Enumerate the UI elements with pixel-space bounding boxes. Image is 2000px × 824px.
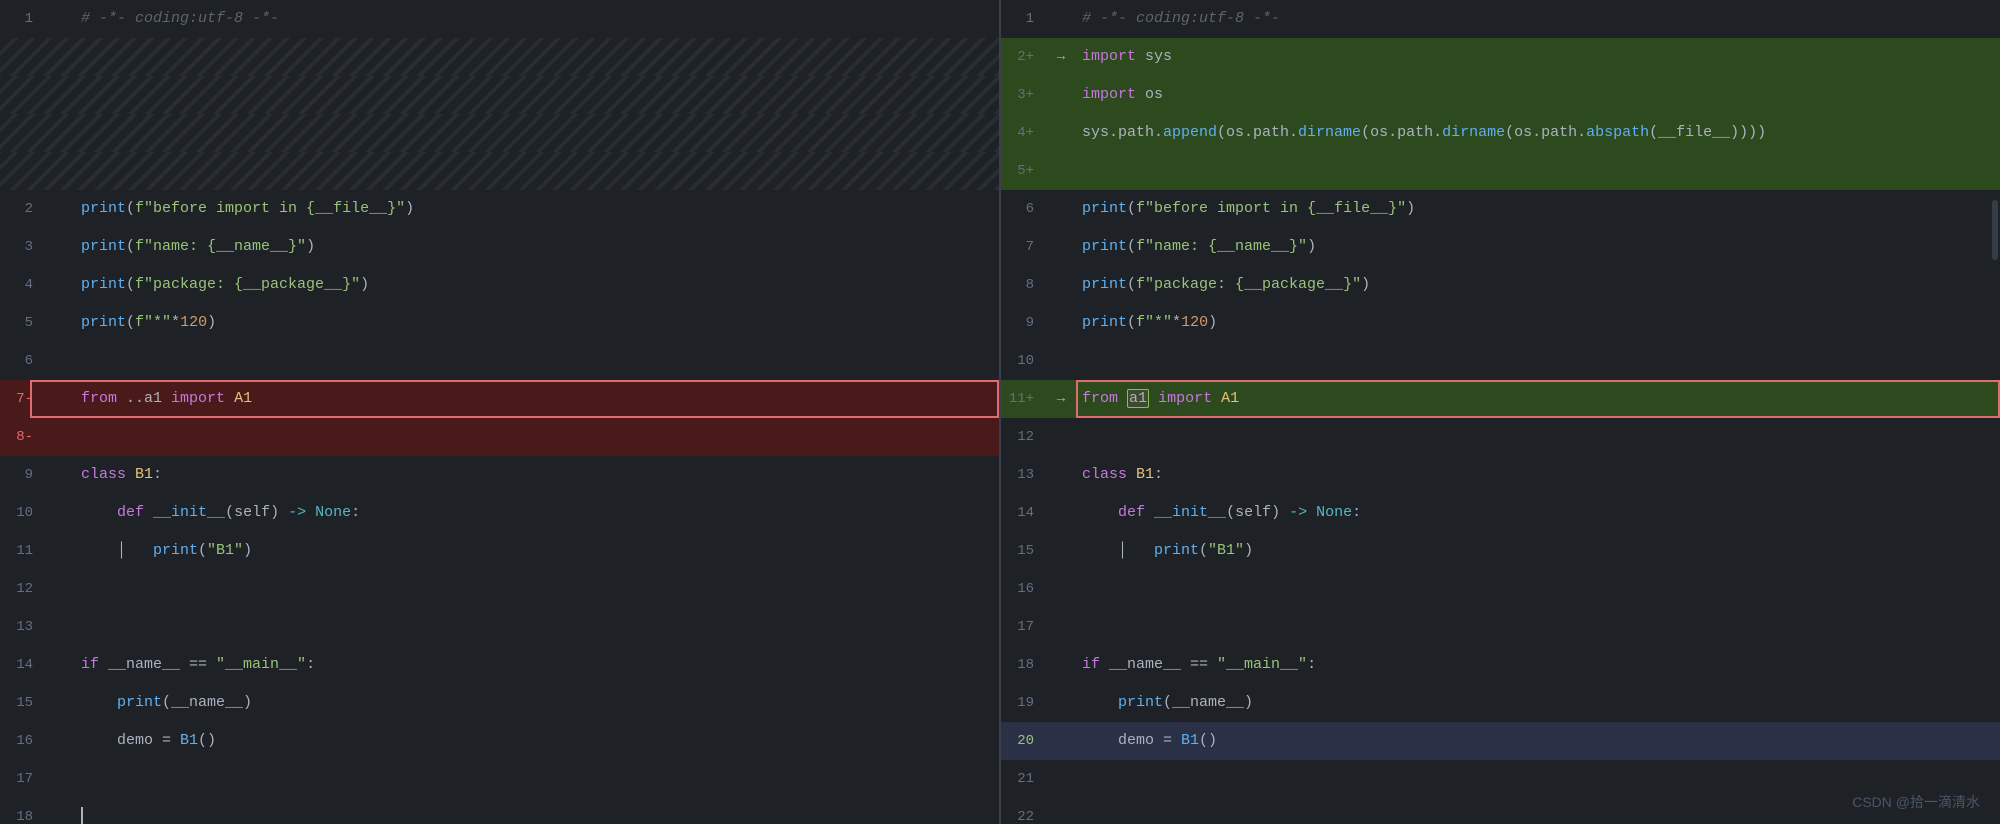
line-16-right: 16	[1001, 570, 2000, 608]
line-2-left: 2 print(f"before import in {__file__}")	[0, 190, 999, 228]
line-7-left: 7- from ..a1 import A1	[0, 380, 999, 418]
line-14-left: 14 if __name__ == "__main__":	[0, 646, 999, 684]
line-9-left: 9 class B1:	[0, 456, 999, 494]
line-14-right: 14 def __init__(self) -> None:	[1001, 494, 2000, 532]
line-17-right: 17	[1001, 608, 2000, 646]
right-code-lines: 1 # -*- coding:utf-8 -*- 2+ → import sys…	[1001, 0, 2000, 824]
line-18-left: 18	[0, 798, 999, 824]
line-20-right: 20 demo = B1()	[1001, 722, 2000, 760]
right-pane: 1 # -*- coding:utf-8 -*- 2+ → import sys…	[1001, 0, 2000, 824]
line-12-left: 12	[0, 570, 999, 608]
line-9-right: 9 print(f"*"*120)	[1001, 304, 2000, 342]
left-pane: 1 # -*- coding:utf-8 -*-	[0, 0, 1001, 824]
line-3-left: 3 print(f"name: {__name__}")	[0, 228, 999, 266]
line-15-left: 15 print(__name__)	[0, 684, 999, 722]
hatch-line-4	[0, 152, 999, 190]
hatch-line-1	[0, 38, 999, 76]
line-5-left: 5 print(f"*"*120)	[0, 304, 999, 342]
line-10-left: 10 def __init__(self) -> None:	[0, 494, 999, 532]
line-13-right: 13 class B1:	[1001, 456, 2000, 494]
scrollbar[interactable]	[1992, 200, 1998, 260]
line-12-right: 12	[1001, 418, 2000, 456]
editor-container: 1 # -*- coding:utf-8 -*-	[0, 0, 2000, 824]
line-15-right: 15 │ print("B1")	[1001, 532, 2000, 570]
hatch-line-2	[0, 76, 999, 114]
line-7-right: 7 print(f"name: {__name__}")	[1001, 228, 2000, 266]
line-13-left: 13	[0, 608, 999, 646]
line-5-right: 5+	[1001, 152, 2000, 190]
line-6-left: 6	[0, 342, 999, 380]
hatch-line-3	[0, 114, 999, 152]
line-1-right: 1 # -*- coding:utf-8 -*-	[1001, 0, 2000, 38]
line-16-left: 16 demo = B1()	[0, 722, 999, 760]
line-8-left: 8-	[0, 418, 999, 456]
line-3-right: 3+ import os	[1001, 76, 2000, 114]
line-2-right: 2+ → import sys	[1001, 38, 2000, 76]
text-cursor	[81, 807, 83, 824]
line-22-right: 22	[1001, 798, 2000, 824]
line-8-right: 8 print(f"package: {__package__}")	[1001, 266, 2000, 304]
line-18-right: 18 if __name__ == "__main__":	[1001, 646, 2000, 684]
line-11-left: 11 │ print("B1")	[0, 532, 999, 570]
line-10-right: 10	[1001, 342, 2000, 380]
watermark: CSDN @拾一滴清水	[1852, 792, 1980, 812]
word-highlight-a1: a1	[1127, 389, 1149, 408]
line-11-right: 11+ → from a1 import A1	[1001, 380, 2000, 418]
line-4-left: 4 print(f"package: {__package__}")	[0, 266, 999, 304]
left-code-lines: 1 # -*- coding:utf-8 -*-	[0, 0, 999, 824]
line-6-right: 6 print(f"before import in {__file__}")	[1001, 190, 2000, 228]
line-19-right: 19 print(__name__)	[1001, 684, 2000, 722]
line-4-right: 4+ sys.path.append(os.path.dirname(os.pa…	[1001, 114, 2000, 152]
line-17-left: 17	[0, 760, 999, 798]
line-21-right: 21	[1001, 760, 2000, 798]
line-1-left: 1 # -*- coding:utf-8 -*-	[0, 0, 999, 38]
